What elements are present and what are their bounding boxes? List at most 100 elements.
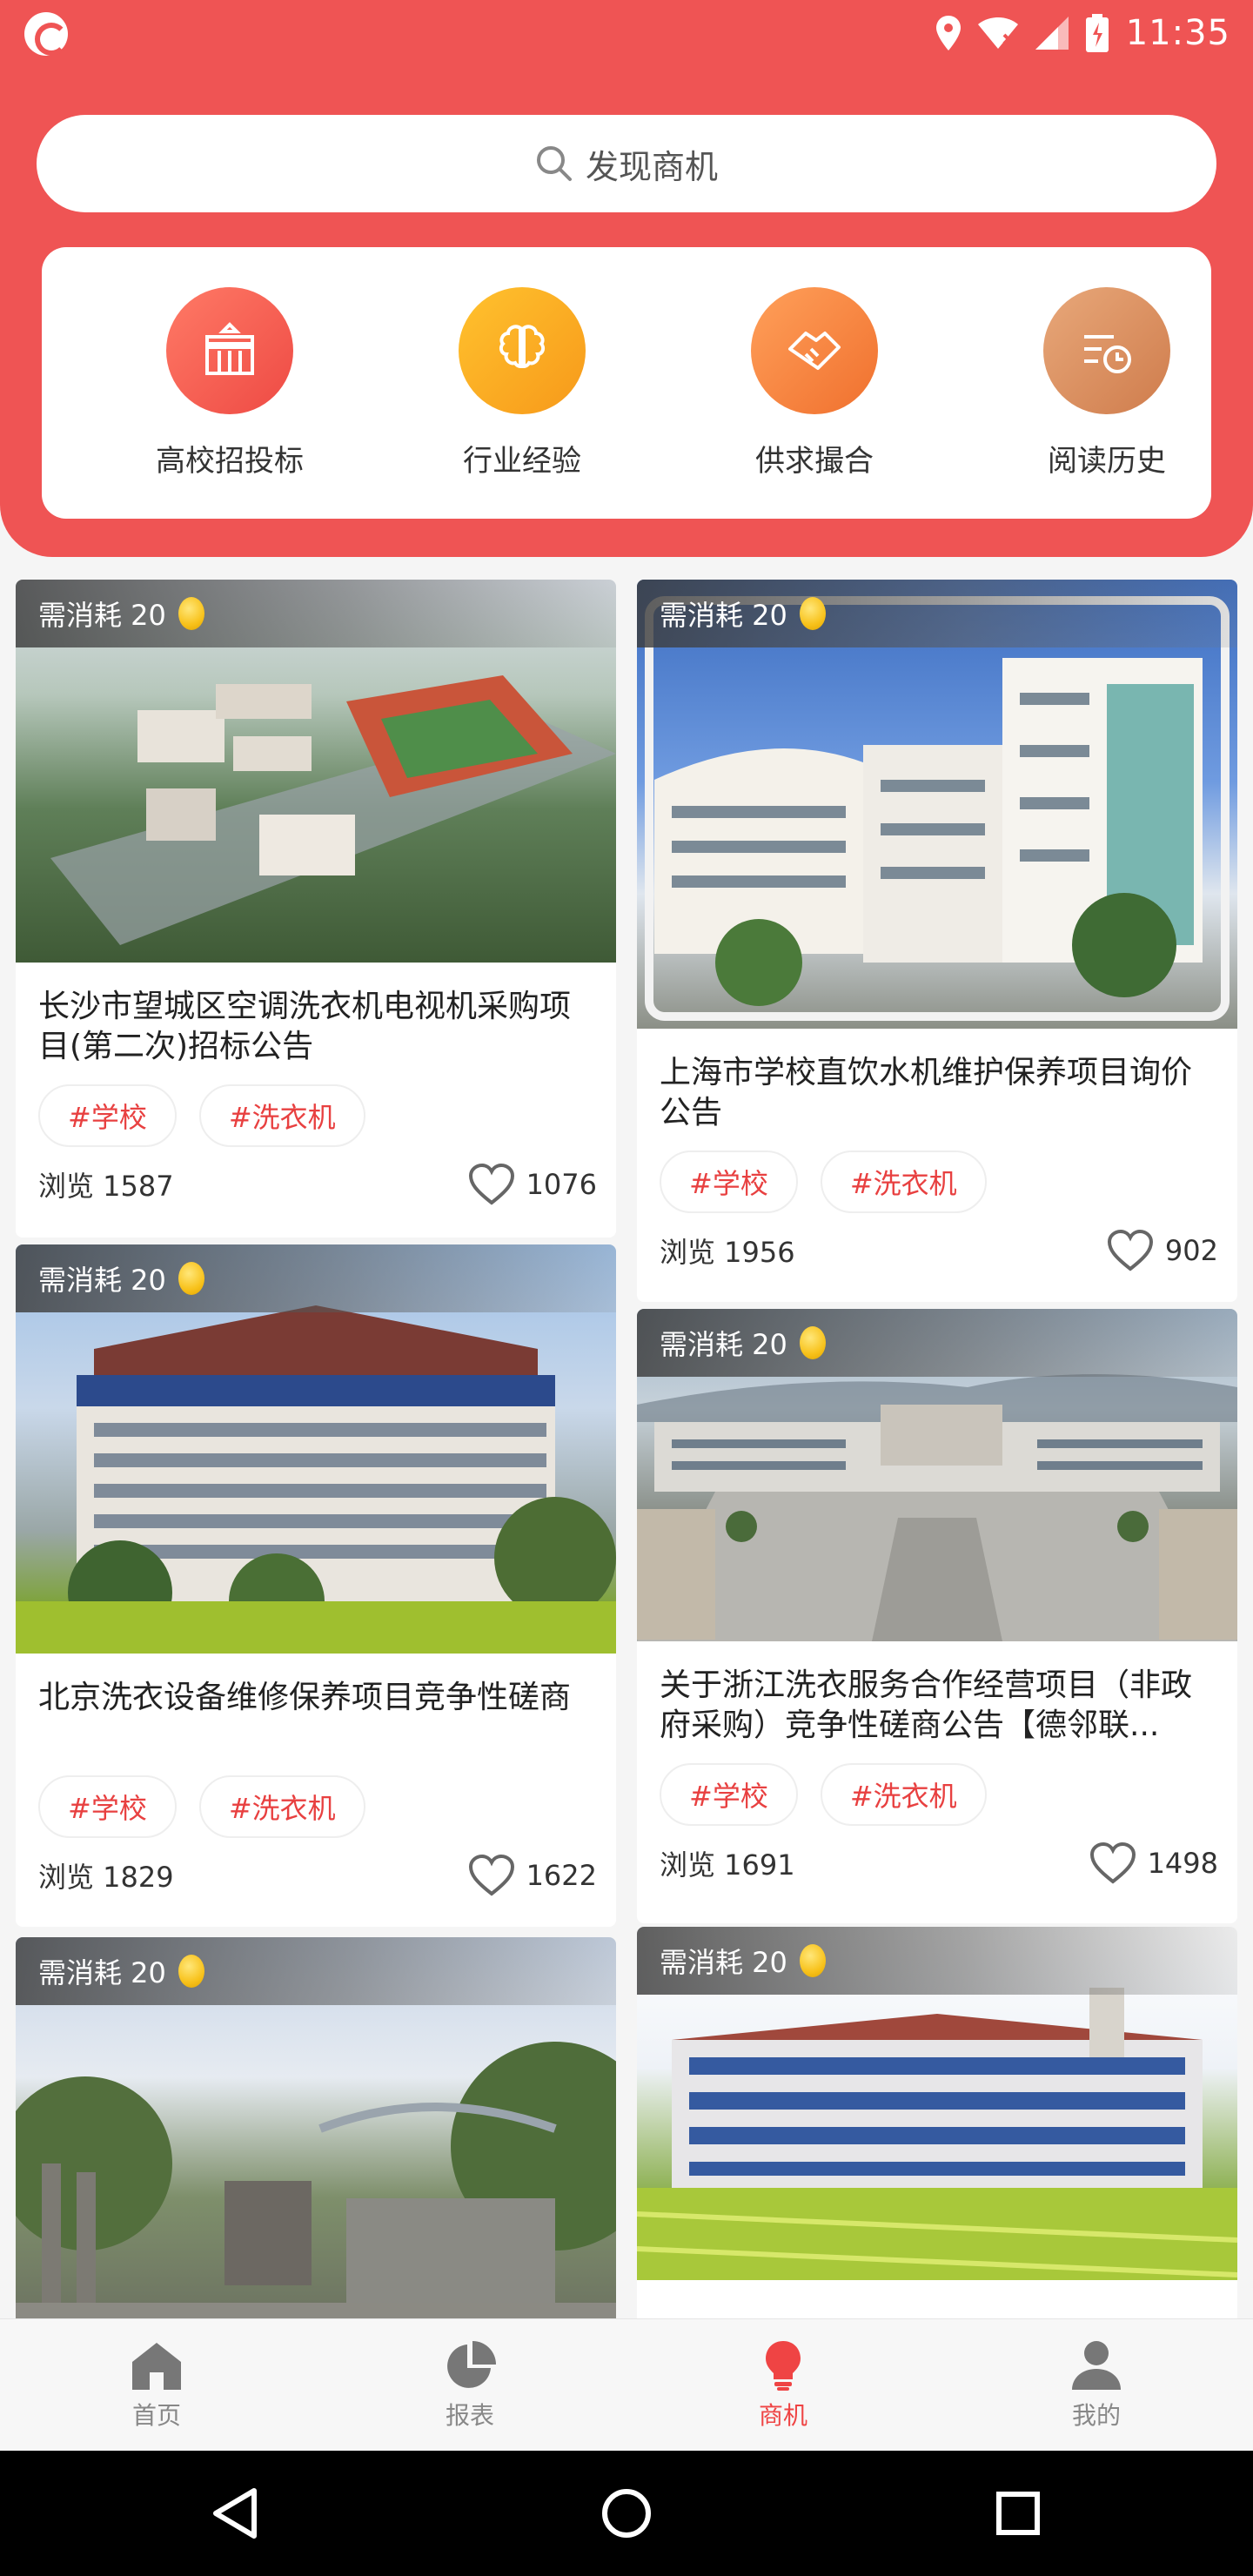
home-button[interactable]: [595, 2482, 658, 2545]
campus-aerial-image: 需消耗 20: [16, 580, 616, 963]
pie-chart-icon: [447, 2341, 496, 2388]
tag-school[interactable]: #学校: [660, 1763, 798, 1826]
opportunity-card[interactable]: 需消耗 20: [637, 1927, 1237, 2318]
category-label: 高校招投标: [156, 444, 304, 479]
cost-badge: 需消耗 20: [637, 580, 1237, 647]
category-experience[interactable]: 行业经验: [418, 287, 626, 496]
opportunity-card[interactable]: 需消耗 20 关于浙江洗衣服务合作经营项目（非政府采购）竞争性磋商公告【德邻联.…: [637, 1309, 1237, 1923]
tag-washer[interactable]: #洗衣机: [198, 1084, 365, 1147]
coin-icon: [799, 1944, 826, 1977]
like-button[interactable]: 1076: [467, 1163, 597, 1206]
status-bar: 11:35: [0, 0, 1253, 66]
coin-icon: [799, 1326, 826, 1359]
tag-school[interactable]: #学校: [38, 1084, 177, 1147]
back-button[interactable]: [204, 2482, 266, 2545]
lightbulb-icon: [766, 2341, 801, 2391]
handshake-icon: [751, 287, 878, 414]
tag-list: #学校 #洗衣机: [637, 1744, 1237, 1826]
home-circle-icon: [602, 2489, 651, 2538]
cost-badge: 需消耗 20: [637, 1927, 1237, 1995]
battery-icon: [1085, 14, 1109, 52]
recents-square-icon: [996, 2492, 1040, 2535]
heart-icon: [468, 1854, 514, 1896]
search-input[interactable]: 发现商机: [37, 115, 1216, 212]
status-icons: 11:35: [935, 7, 1230, 59]
tab-opportunities[interactable]: 商机: [626, 2319, 940, 2452]
card-stats: 浏览 1829 1622: [16, 1838, 616, 1918]
like-button[interactable]: 902: [1106, 1229, 1218, 1272]
system-navigation-bar: [0, 2451, 1253, 2576]
cost-label: 需消耗 20: [660, 1946, 787, 1979]
category-matching[interactable]: 供求撮合: [710, 287, 919, 496]
cost-label: 需消耗 20: [660, 1328, 787, 1361]
card-title: 长沙市望城区空调洗衣机电视机采购项目(第二次)招标公告: [38, 989, 572, 1064]
cost-label: 需消耗 20: [38, 1956, 166, 1989]
like-count: 902: [1164, 1234, 1218, 1267]
heart-icon: [1107, 1229, 1153, 1271]
signal-icon: [1035, 17, 1069, 50]
opportunity-card[interactable]: 需消耗 20: [16, 1937, 616, 2318]
opportunity-card[interactable]: 需消耗 20 长沙市望城区空调洗衣机电视机采购项目(第二次)招标公告 #学校 #…: [16, 580, 616, 1238]
category-label: 供求撮合: [755, 444, 874, 479]
coin-icon: [178, 1955, 204, 1988]
wifi-icon: [977, 17, 1018, 49]
heart-icon: [468, 1163, 514, 1205]
cost-badge: 需消耗 20: [637, 1309, 1237, 1377]
category-history[interactable]: 阅读历史: [1002, 287, 1211, 496]
cost-badge: 需消耗 20: [16, 580, 616, 647]
school-building-icon: [166, 287, 293, 414]
cost-label: 需消耗 20: [38, 599, 166, 632]
category-bidding[interactable]: 高校招投标: [125, 287, 334, 496]
campus-gate-image: 需消耗 20: [16, 1937, 616, 2318]
card-stats: 浏览 1691 1498: [637, 1826, 1237, 1906]
category-label: 行业经验: [463, 444, 581, 479]
opportunity-card[interactable]: 需消耗 20 北京洗衣设备维修保养项目竞争性磋商 #学校 #洗衣机 浏览 182…: [16, 1244, 616, 1927]
bottom-tab-bar: 首页 报表 商机 我的: [0, 2318, 1253, 2451]
tab-home[interactable]: 首页: [0, 2319, 313, 2452]
like-count: 1076: [526, 1168, 597, 1201]
tab-reports[interactable]: 报表: [313, 2319, 626, 2452]
view-count: 浏览 1956: [660, 1236, 795, 1269]
recents-button[interactable]: [987, 2482, 1049, 2545]
view-count: 浏览 1587: [38, 1170, 174, 1203]
cost-badge: 需消耗 20: [16, 1937, 616, 2005]
back-triangle-icon: [213, 2488, 257, 2539]
tab-label: 我的: [1071, 2401, 1121, 2430]
brain-icon: [459, 287, 586, 414]
like-count: 1622: [526, 1859, 597, 1892]
campus-square-image: 需消耗 20: [637, 1309, 1237, 1641]
opportunity-feed[interactable]: 需消耗 20 长沙市望城区空调洗衣机电视机采购项目(第二次)招标公告 #学校 #…: [0, 574, 1253, 2318]
category-label: 阅读历史: [1048, 444, 1166, 479]
tag-school[interactable]: #学校: [660, 1150, 798, 1213]
cost-label: 需消耗 20: [38, 1264, 166, 1297]
tab-label: 商机: [758, 2401, 807, 2430]
coin-icon: [178, 1262, 204, 1295]
tab-profile[interactable]: 我的: [940, 2319, 1253, 2452]
tag-list: #学校 #洗衣机: [16, 1065, 616, 1147]
like-button[interactable]: 1498: [1089, 1841, 1218, 1885]
view-count: 浏览 1829: [38, 1861, 174, 1894]
search-icon: [536, 146, 572, 181]
like-count: 1498: [1147, 1847, 1218, 1880]
college-building-image: 需消耗 20: [16, 1244, 616, 1654]
history-clock-icon: [1043, 287, 1170, 414]
location-icon: [935, 16, 961, 50]
card-stats: 浏览 1956 902: [637, 1213, 1237, 1293]
card-title: 上海市学校直饮水机维护保养项目询价公告: [660, 1055, 1193, 1130]
view-count: 浏览 1691: [660, 1848, 795, 1882]
tag-washer[interactable]: #洗衣机: [820, 1150, 987, 1213]
tag-list: #学校 #洗衣机: [637, 1131, 1237, 1213]
cost-badge: 需消耗 20: [16, 1244, 616, 1312]
tag-school[interactable]: #学校: [38, 1775, 177, 1838]
tab-label: 报表: [445, 2401, 494, 2430]
opportunity-card[interactable]: 需消耗 20 上海市学校直饮水机维护保养项目询价公告 #学校 #洗衣机 浏览 1…: [637, 580, 1237, 1302]
tab-label: 首页: [131, 2401, 181, 2430]
app-notification-icon: [24, 12, 68, 56]
tag-washer[interactable]: #洗衣机: [198, 1775, 365, 1838]
card-title: 北京洗衣设备维修保养项目竞争性磋商: [38, 1680, 572, 1715]
user-icon: [1072, 2341, 1121, 2390]
heart-icon: [1089, 1841, 1136, 1884]
tag-washer[interactable]: #洗衣机: [820, 1763, 987, 1826]
like-button[interactable]: 1622: [467, 1854, 597, 1897]
category-panel: 高校招投标 行业经验 供求撮合 阅读历史: [42, 247, 1211, 519]
